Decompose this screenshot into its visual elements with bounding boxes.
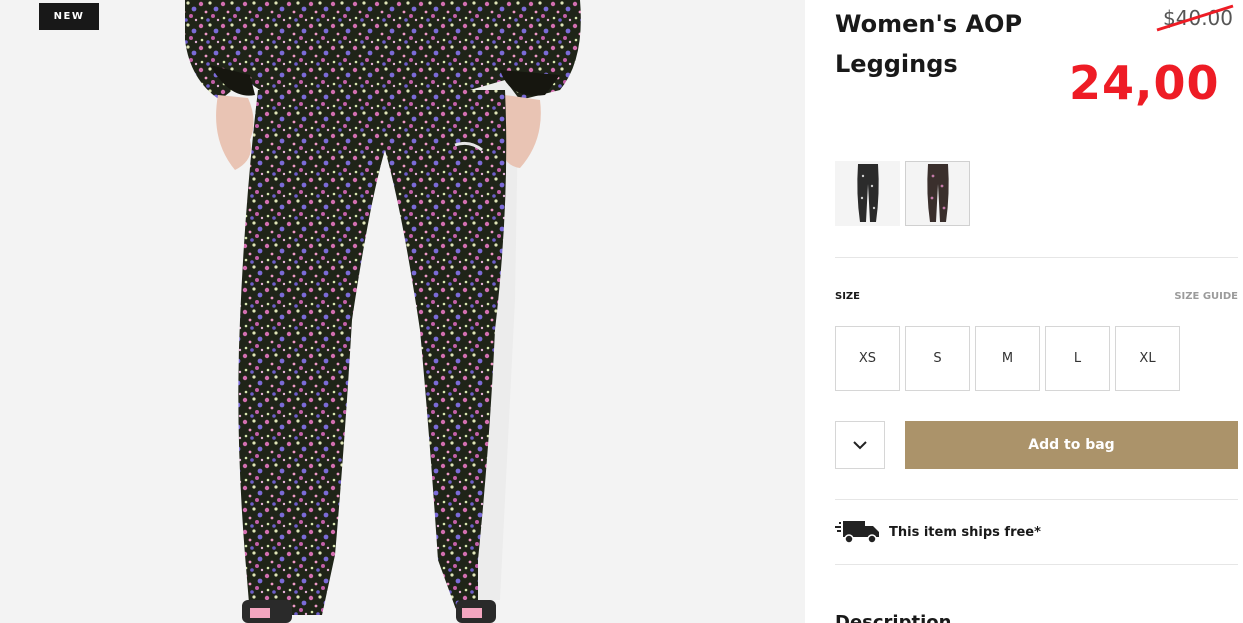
divider (835, 257, 1238, 258)
sale-price: 24,00 (1069, 56, 1220, 110)
size-option-l[interactable]: L (1045, 326, 1110, 391)
quantity-select[interactable] (835, 421, 885, 469)
add-to-bag-button[interactable]: Add to bag (905, 421, 1238, 469)
leggings-thumbnail-icon (856, 163, 879, 222)
product-title: Women's AOP Leggings (835, 10, 1023, 78)
delivery-truck-icon (835, 521, 879, 544)
size-guide-link[interactable]: SIZE GUIDE (1174, 291, 1238, 302)
leggings-thumbnail-icon (926, 163, 949, 222)
description-heading[interactable]: Description (835, 612, 951, 623)
product-photo (185, 0, 581, 623)
chevron-down-icon (853, 441, 867, 450)
strikethrough-mark (1156, 4, 1234, 32)
shipping-info: This item ships free* (835, 519, 1041, 545)
product-image: NEW (0, 0, 805, 623)
swatch-dark-print[interactable] (905, 161, 970, 226)
size-option-xs[interactable]: XS (835, 326, 900, 391)
divider (835, 499, 1238, 500)
product-details: Women's AOP Leggings $40.00 24,00 SIZE S… (805, 0, 1243, 623)
color-swatches (835, 161, 970, 226)
shipping-text: This item ships free* (889, 524, 1041, 540)
new-badge: NEW (39, 3, 99, 30)
swatch-black-print[interactable] (835, 161, 900, 226)
size-option-s[interactable]: S (905, 326, 970, 391)
divider (835, 564, 1238, 565)
size-option-xl[interactable]: XL (1115, 326, 1180, 391)
size-label: SIZE (835, 291, 861, 302)
size-options: XS S M L XL (835, 326, 1180, 391)
original-price: $40.00 (1156, 4, 1234, 32)
product-page: NEW Women's AOP Leggings $40.00 24,00 SI… (0, 0, 1243, 623)
size-option-m[interactable]: M (975, 326, 1040, 391)
